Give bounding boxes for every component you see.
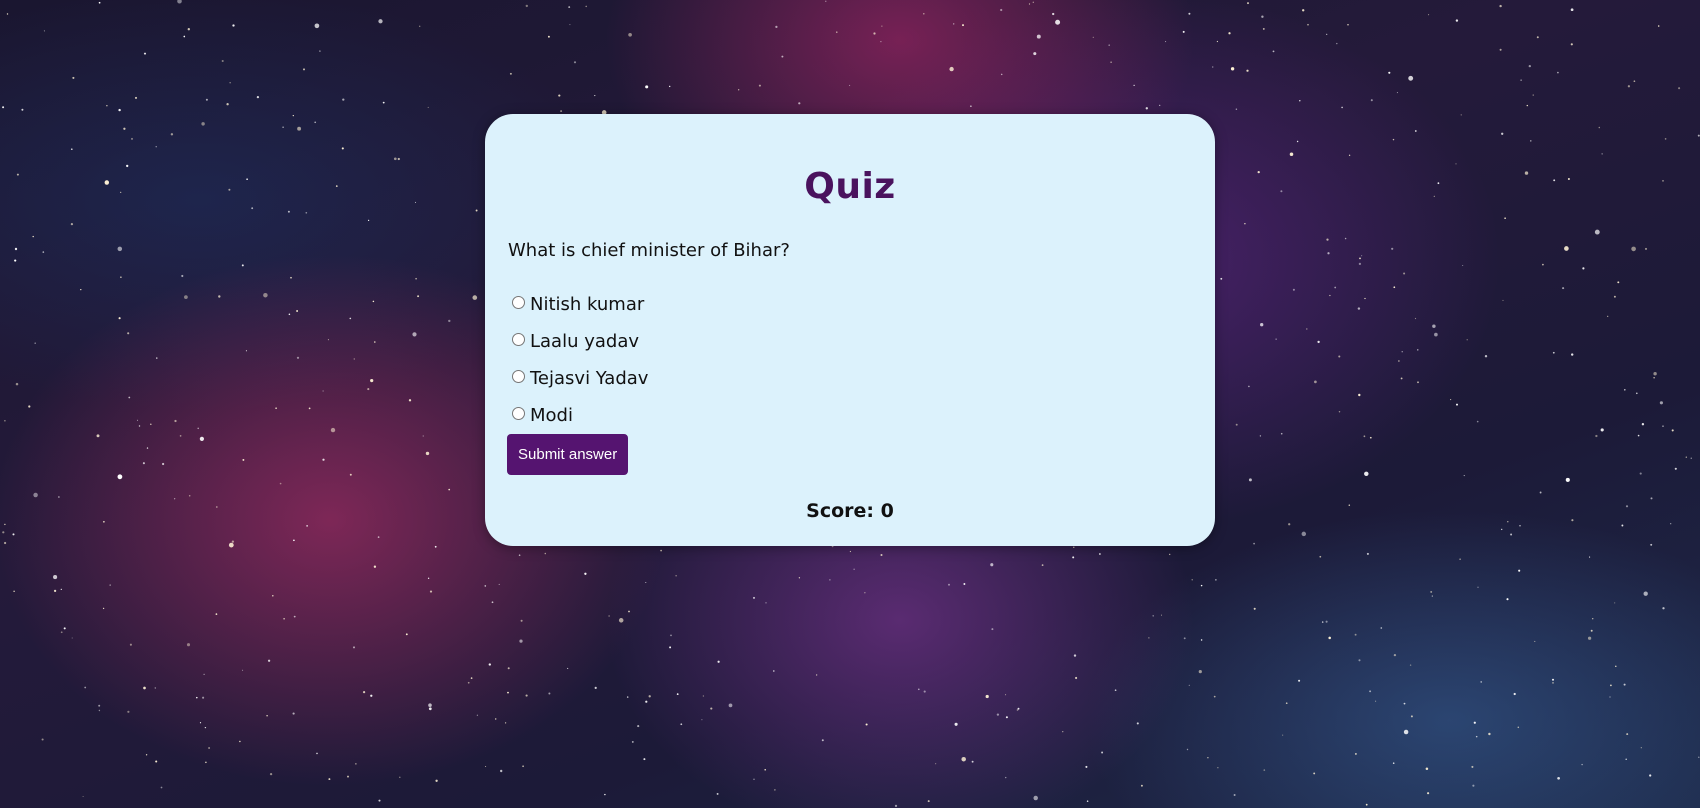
quiz-card: Quiz What is chief minister of Bihar? Ni… <box>485 114 1215 546</box>
option-laalu-yadav[interactable]: Laalu yadav <box>512 323 648 360</box>
radio-button[interactable] <box>512 407 525 420</box>
radio-button[interactable] <box>512 370 525 383</box>
option-label: Modi <box>530 405 573 426</box>
option-label: Tejasvi Yadav <box>530 368 649 389</box>
option-modi[interactable]: Modi <box>512 397 648 434</box>
option-tejasvi-yadav[interactable]: Tejasvi Yadav <box>512 360 648 397</box>
score-display: Score: 0 <box>806 500 894 522</box>
radio-button[interactable] <box>512 333 525 346</box>
answer-options: Nitish kumar Laalu yadav Tejasvi Yadav M… <box>512 286 648 434</box>
option-label: Nitish kumar <box>530 294 645 315</box>
submit-answer-button[interactable]: Submit answer <box>507 434 629 475</box>
quiz-title: Quiz <box>804 166 896 207</box>
radio-button[interactable] <box>512 296 525 309</box>
question-text: What is chief minister of Bihar? <box>508 240 790 261</box>
option-nitish-kumar[interactable]: Nitish kumar <box>512 286 648 323</box>
option-label: Laalu yadav <box>530 331 640 352</box>
